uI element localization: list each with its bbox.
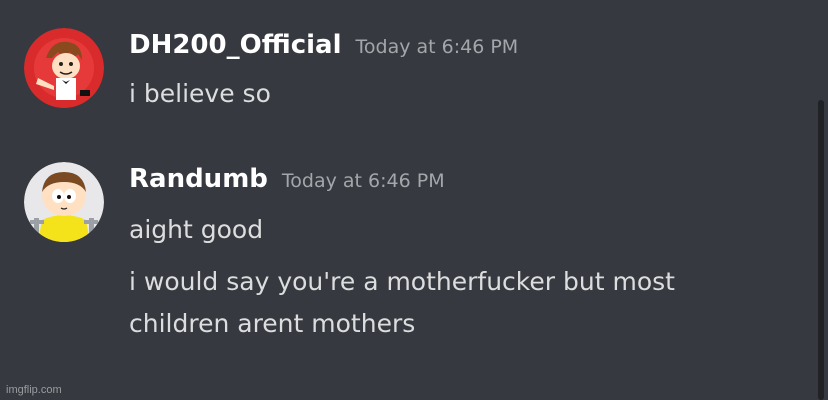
message-header: DH200_Official Today at 6:46 PM [129,30,518,60]
message-text: children arent mothers [129,309,416,338]
username[interactable]: DH200_Official [129,30,342,60]
south-park-cartoon-avatar-icon [24,162,104,242]
red-cartoon-avatar-icon [24,28,104,108]
message-text: aight good [129,215,264,244]
timestamp: Today at 6:46 PM [355,36,519,58]
avatar[interactable] [24,162,104,242]
username[interactable]: Randumb [129,164,268,194]
watermark: imgflip.com [6,384,62,396]
timestamp: Today at 6:46 PM [281,170,445,192]
scrollbar-thumb[interactable] [818,100,824,400]
chat-messages: DH200_Official Today at 6:46 PM i believe… [0,0,828,400]
avatar[interactable] [24,28,104,108]
message-text: i believe so [129,79,271,108]
message-header: Randumb Today at 6:46 PM [129,164,445,194]
message-text: i would say you're a motherfucker but mo… [129,267,675,296]
